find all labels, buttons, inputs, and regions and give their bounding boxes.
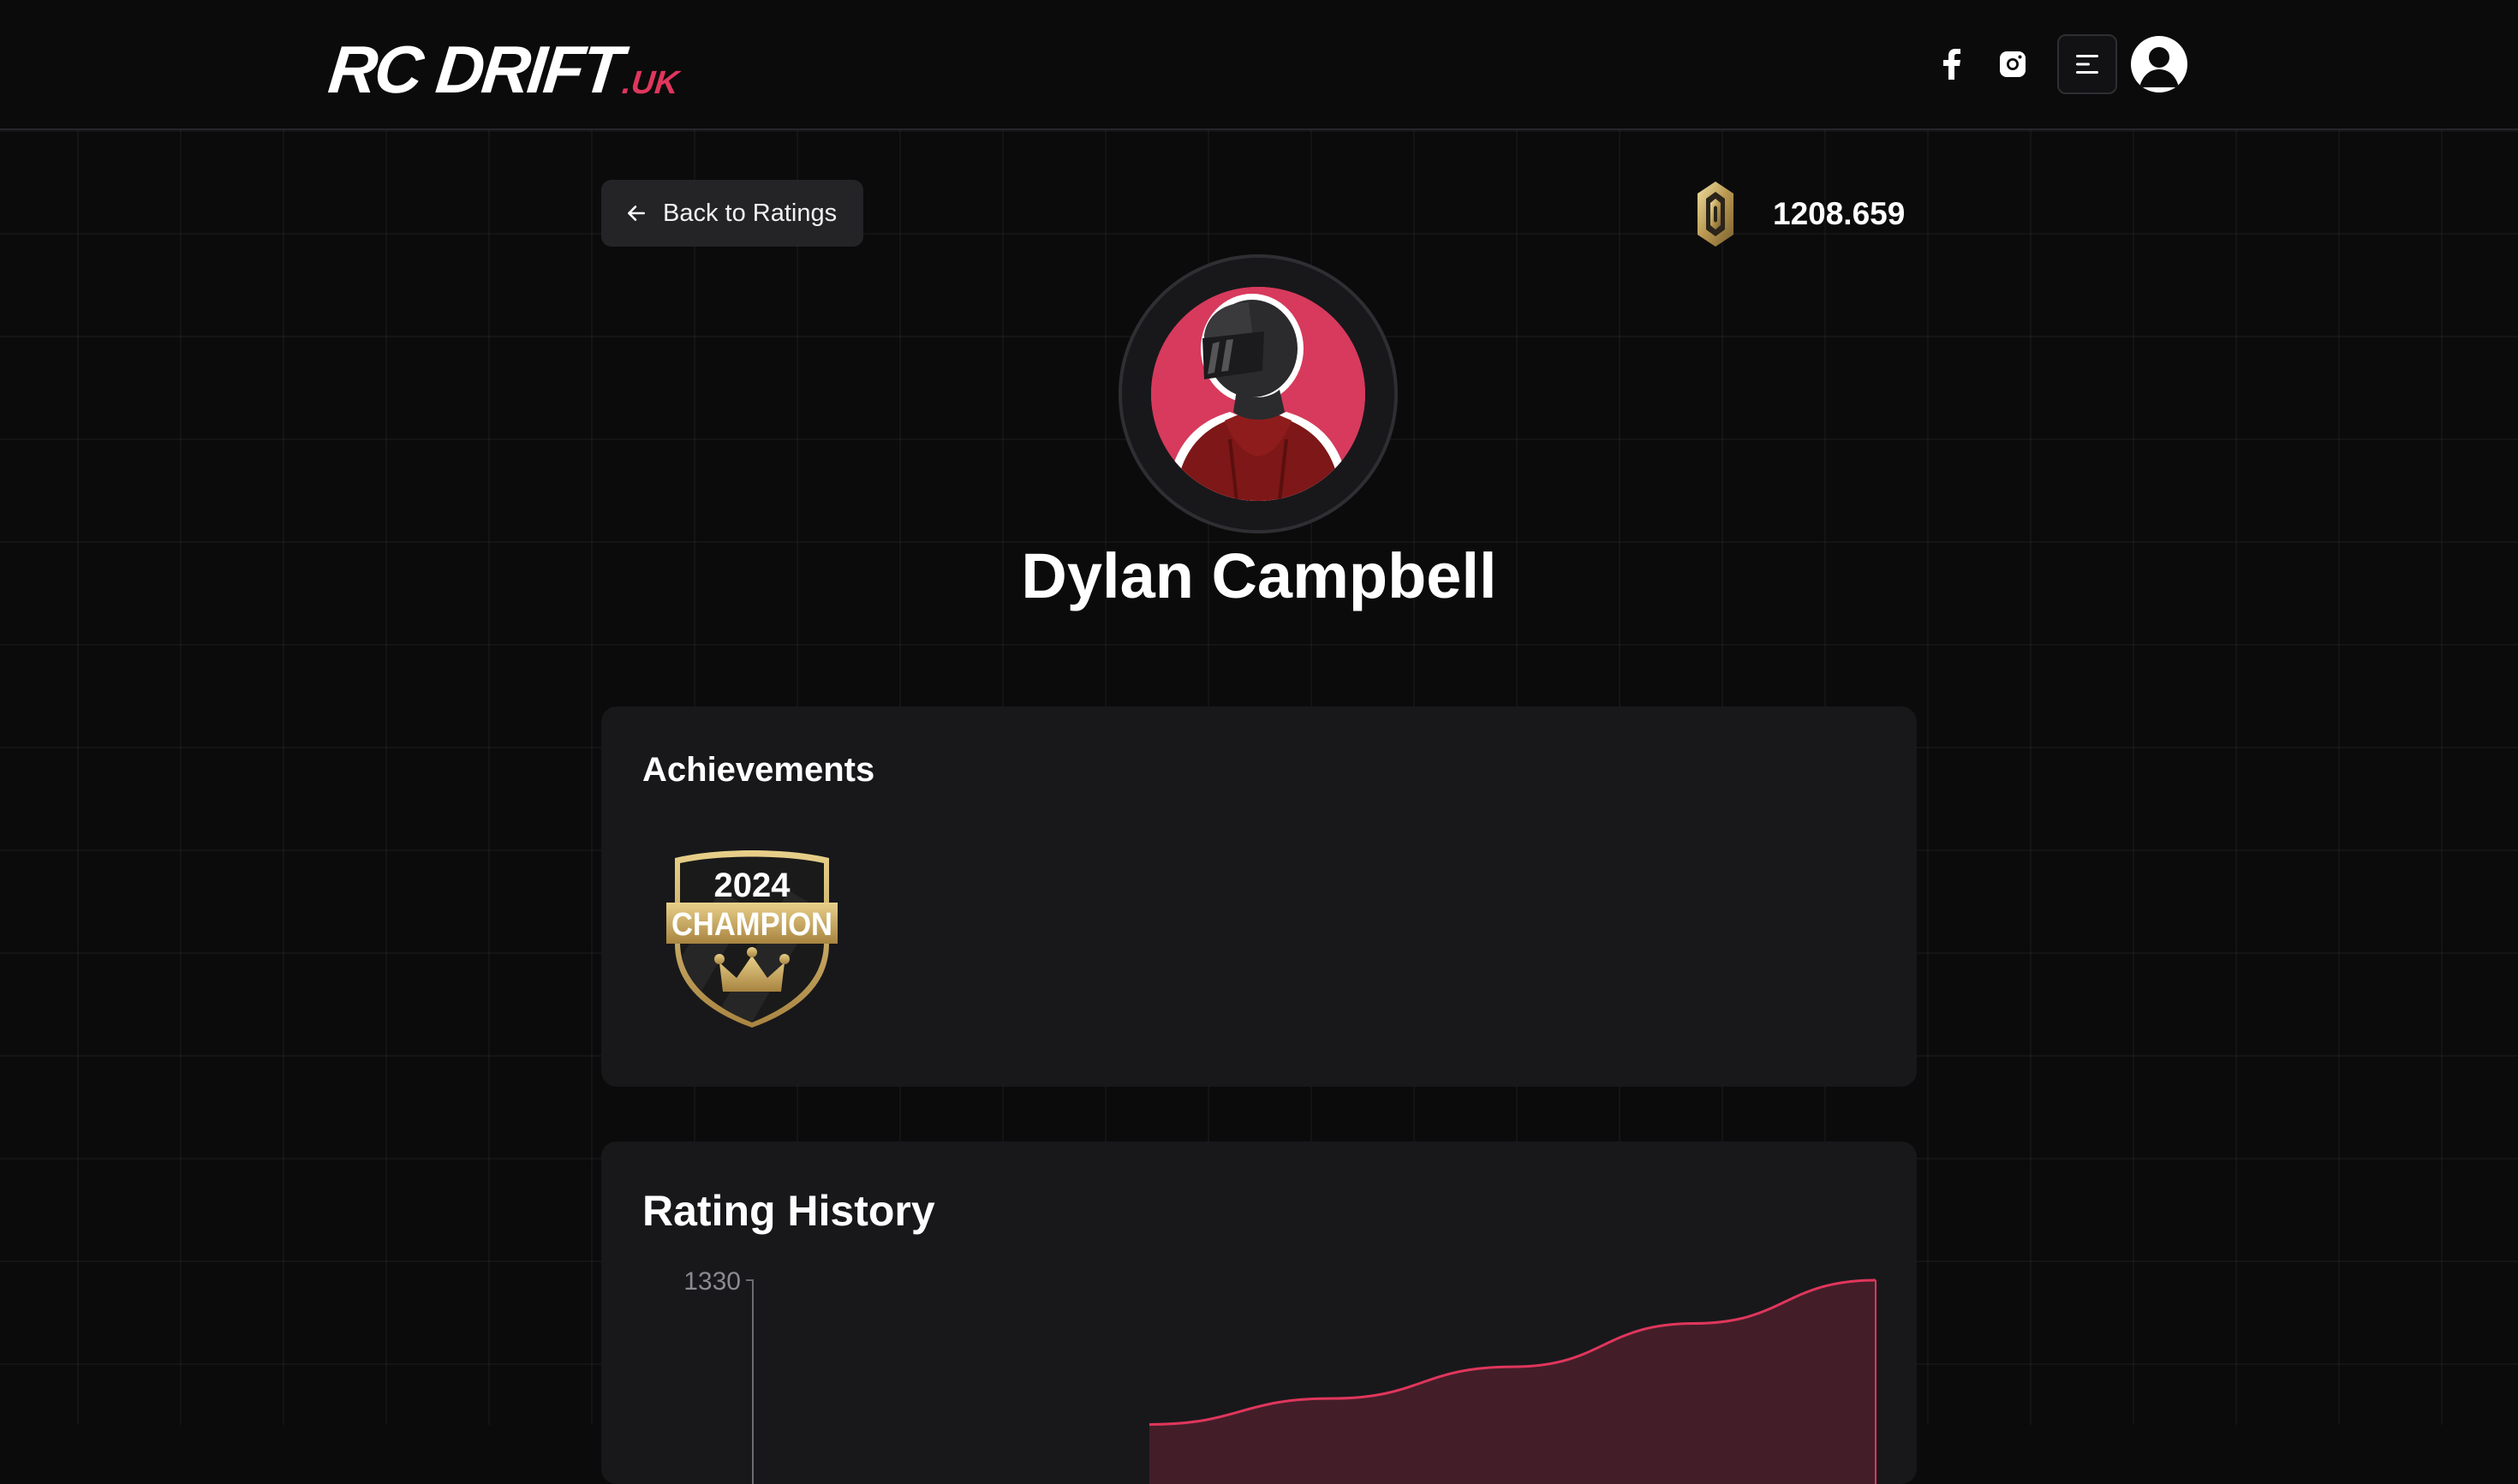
driver-helmet-avatar	[1151, 287, 1365, 501]
logo-text: RC DRIFT	[325, 32, 624, 107]
champion-badge[interactable]: 2024 CHAMPION	[666, 848, 838, 1028]
driver-name: Dylan Campbell	[1021, 540, 1497, 611]
driver-avatar	[1119, 254, 1398, 533]
rating-history-card: Rating History 1330	[601, 1141, 1917, 1484]
arrow-left-icon	[628, 206, 645, 221]
y-axis	[746, 1279, 754, 1484]
rating-history-chart: 1330	[683, 1267, 1877, 1484]
site-header: RC DRIFT .UK	[0, 0, 2518, 130]
rating-value: 1208.659	[1773, 196, 1906, 231]
site-logo[interactable]: RC DRIFT .UK	[325, 26, 684, 107]
back-button-label: Back to Ratings	[663, 199, 838, 227]
badge-year: 2024	[714, 867, 791, 904]
user-account-button[interactable]	[2131, 36, 2187, 92]
achievements-title: Achievements	[642, 751, 875, 789]
facebook-icon[interactable]	[1926, 39, 1978, 90]
logo-suffix: .UK	[620, 65, 681, 101]
instagram-icon[interactable]	[1987, 39, 2038, 90]
menu-icon	[2076, 55, 2098, 74]
menu-button[interactable]	[2057, 34, 2117, 94]
y-tick-label: 1330	[683, 1267, 741, 1296]
user-icon	[2139, 47, 2179, 87]
achievements-card: Achievements 2024 CHAMPION	[601, 706, 1917, 1087]
badge-label: CHAMPION	[671, 907, 832, 943]
rank-emblem-icon	[1698, 182, 1733, 247]
back-to-ratings-button[interactable]: Back to Ratings	[601, 180, 863, 247]
rating-display: 1208.659	[1696, 178, 1905, 250]
